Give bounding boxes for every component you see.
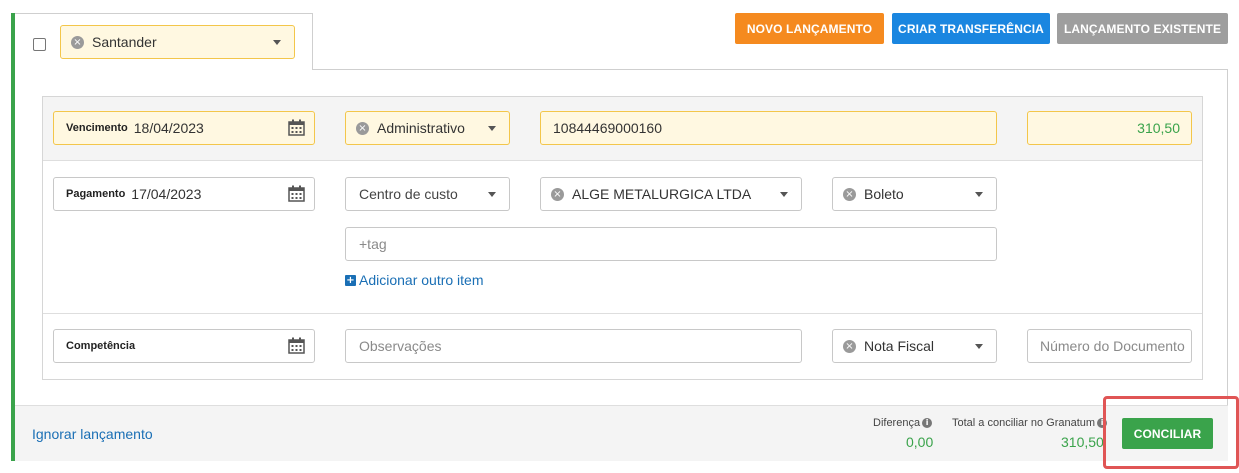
- add-item-label: Adicionar outro item: [359, 272, 484, 288]
- create-transfer-button[interactable]: CRIAR TRANSFERÊNCIA: [892, 13, 1050, 44]
- doc-number-input[interactable]: Número do Documento: [1027, 329, 1192, 363]
- payment-date-value: 17/04/2023: [131, 186, 202, 202]
- document-type-select[interactable]: × Nota Fiscal: [832, 329, 997, 363]
- total-label-wrap: Total a conciliar no Granatum i: [952, 417, 1108, 429]
- bank-value: Santander: [92, 34, 157, 50]
- add-item-link[interactable]: + Adicionar outro item: [345, 271, 484, 289]
- cost-center-placeholder: Centro de custo: [359, 186, 458, 202]
- highlight-box: [1103, 396, 1239, 469]
- category-value: Administrativo: [377, 120, 465, 136]
- category-select[interactable]: × Administrativo: [345, 111, 510, 145]
- chevron-down-icon: [273, 40, 281, 45]
- chevron-down-icon: [488, 126, 496, 131]
- due-date-value: 18/04/2023: [133, 120, 204, 136]
- cost-center-select[interactable]: Centro de custo: [345, 177, 510, 211]
- difference-label-wrap: Diferença i: [873, 417, 933, 429]
- plus-icon: +: [345, 274, 356, 286]
- payment-date-label: Pagamento: [66, 188, 126, 200]
- difference-label: Diferença: [873, 417, 921, 429]
- notes-input[interactable]: Observações: [345, 329, 802, 363]
- chevron-down-icon: [488, 192, 496, 197]
- clear-icon[interactable]: ×: [843, 187, 856, 201]
- calendar-icon[interactable]: [288, 337, 305, 354]
- calendar-icon[interactable]: [288, 185, 305, 202]
- document-number-input[interactable]: 10844469000160: [540, 111, 997, 145]
- tag-input[interactable]: +tag: [345, 227, 997, 261]
- supplier-value: ALGE METALURGICA LTDA: [572, 186, 752, 202]
- existing-entry-button[interactable]: LANÇAMENTO EXISTENTE: [1057, 13, 1228, 44]
- amount-input[interactable]: 310,50: [1027, 111, 1192, 145]
- notes-placeholder: Observações: [359, 338, 442, 354]
- payment-method-value: Boleto: [864, 186, 904, 202]
- chevron-down-icon: [975, 344, 983, 349]
- new-entry-button[interactable]: NOVO LANÇAMENTO: [735, 13, 884, 44]
- supplier-select[interactable]: × ALGE METALURGICA LTDA: [540, 177, 802, 211]
- clear-icon[interactable]: ×: [71, 35, 84, 49]
- clear-icon[interactable]: ×: [551, 187, 564, 201]
- row-divider: [43, 313, 1202, 314]
- chevron-down-icon: [780, 192, 788, 197]
- chevron-down-icon: [975, 192, 983, 197]
- doc-number-placeholder: Número do Documento: [1040, 338, 1185, 354]
- select-checkbox[interactable]: [33, 38, 46, 51]
- document-type-value: Nota Fiscal: [864, 338, 935, 354]
- document-number-value: 10844469000160: [553, 120, 663, 136]
- total-value: 310,50: [1061, 434, 1104, 450]
- payment-date-field[interactable]: Pagamento 17/04/2023: [53, 177, 315, 211]
- clear-icon[interactable]: ×: [843, 339, 856, 353]
- ignore-entry-link[interactable]: Ignorar lançamento: [32, 426, 153, 442]
- panel-border-top: [313, 69, 1228, 70]
- entry-footer: [15, 405, 1228, 461]
- tag-placeholder: +tag: [359, 236, 387, 252]
- clear-icon[interactable]: ×: [356, 121, 369, 135]
- competence-date-field[interactable]: Competência: [53, 329, 315, 363]
- info-icon[interactable]: i: [922, 418, 933, 428]
- due-date-label: Vencimento: [66, 122, 128, 134]
- due-date-field[interactable]: Vencimento 18/04/2023: [53, 111, 315, 145]
- difference-value: 0,00: [906, 434, 934, 450]
- status-bar: [11, 13, 15, 461]
- competence-label: Competência: [66, 340, 136, 352]
- payment-method-select[interactable]: × Boleto: [832, 177, 997, 211]
- calendar-icon[interactable]: [288, 119, 305, 136]
- total-label: Total a conciliar no Granatum: [952, 417, 1096, 429]
- bank-select[interactable]: × Santander: [60, 25, 295, 59]
- amount-value: 310,50: [1137, 120, 1180, 136]
